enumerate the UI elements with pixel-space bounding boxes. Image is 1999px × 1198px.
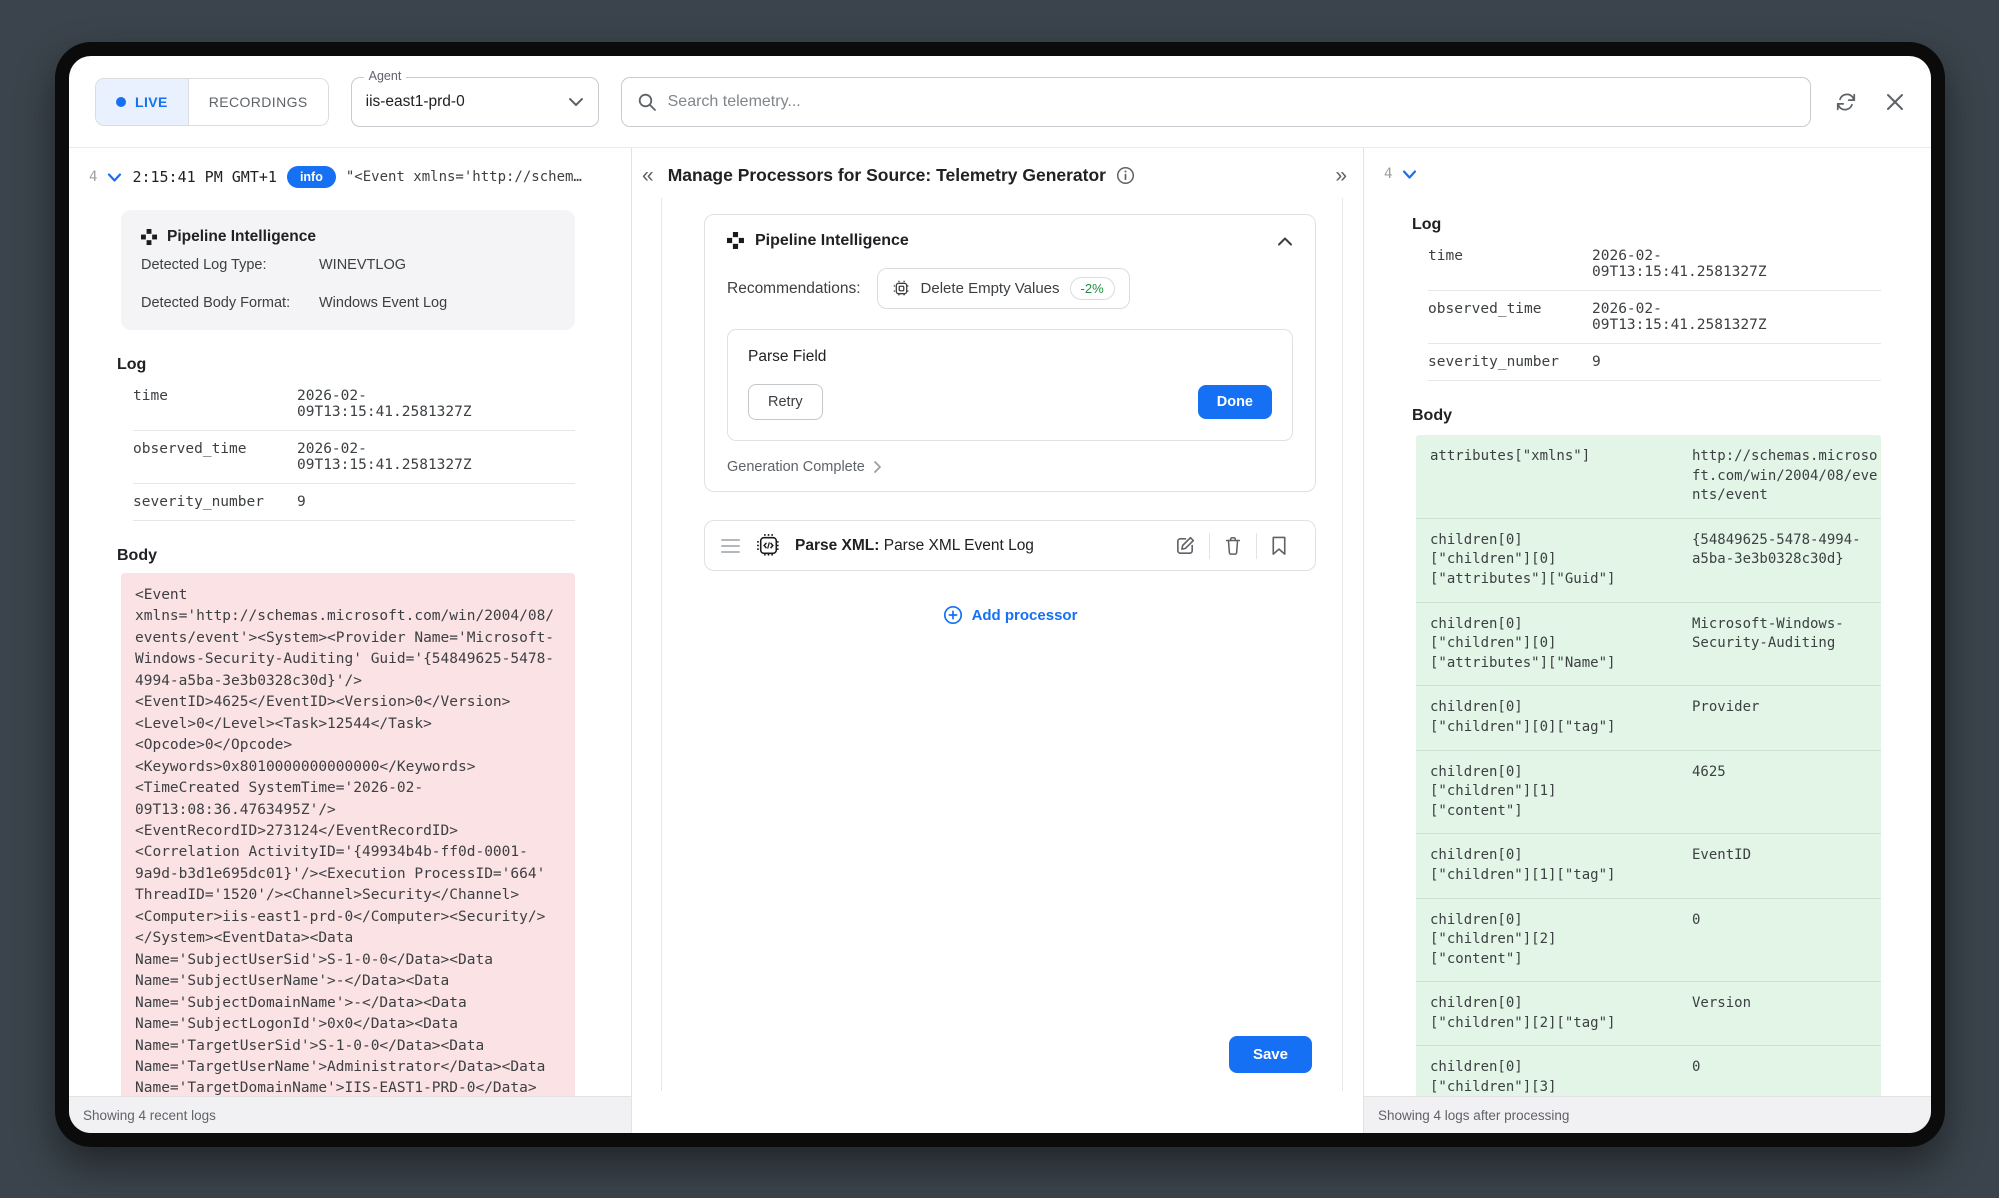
detected-rows: Detected Log Type: WINEVTLOG Detected Bo… (141, 246, 555, 322)
log-kv-row: severity_number 9 (133, 484, 575, 521)
log-entry-header[interactable]: 4 2:15:41 PM GMT+1 info "<Event xmlns='h… (89, 166, 631, 188)
refresh-icon[interactable] (1835, 91, 1857, 113)
detected-row: Detected Log Type: WINEVTLOG (141, 246, 555, 284)
parse-xml-processor-icon (755, 532, 782, 559)
detected-row: Detected Body Format: Windows Event Log (141, 284, 555, 322)
processed-entry-header[interactable]: 4 (1384, 166, 1931, 182)
chevron-down-icon[interactable] (1402, 169, 1417, 180)
desktop-background: LIVE RECORDINGS Agent iis-east1-prd-0 (0, 0, 1999, 1198)
tab-recordings-label: RECORDINGS (209, 94, 308, 110)
severity-badge: info (287, 166, 336, 188)
processors-panel: « Manage Processors for Source: Telemetr… (632, 148, 1363, 1133)
processed-body-row: children[0] ["children"][0] ["attributes… (1416, 603, 1881, 687)
chevron-right-icon (873, 460, 882, 474)
processed-body-table: attributes["xmlns"] http://schemas.micro… (1416, 435, 1881, 1096)
mode-toggle: LIVE RECORDINGS (95, 78, 329, 126)
processed-body-row: children[0] ["children"][2] ["content"] … (1416, 899, 1881, 983)
log-kv-row: severity_number 9 (1428, 344, 1881, 381)
collapse-left-icon[interactable]: « (642, 165, 654, 186)
pipeline-intelligence-icon (141, 229, 158, 246)
log-kv-table: time 2026-02- 09T13:15:41.2581327Z obser… (133, 378, 575, 521)
chevron-down-icon (568, 97, 584, 107)
processor-name-rest: Parse XML Event Log (879, 537, 1034, 554)
log-entry-preview: "<Event xmlns='http://schem… (346, 169, 615, 185)
recommendation-chip[interactable]: Delete Empty Values -2% (877, 268, 1130, 309)
processed-body-row: children[0] ["children"][1]["tag"] Event… (1416, 834, 1881, 898)
left-status-text: Showing 4 recent logs (83, 1108, 216, 1123)
right-status-text: Showing 4 logs after processing (1378, 1108, 1569, 1123)
info-icon[interactable] (1116, 166, 1135, 185)
processed-log-kv-table: time 2026-02- 09T13:15:41.2581327Z obser… (1428, 238, 1881, 381)
generation-complete-label: Generation Complete (727, 459, 865, 475)
agent-select-label: Agent (364, 69, 407, 83)
recommendations-label: Recommendations: (727, 280, 861, 298)
log-section-title: Log (1412, 216, 1881, 234)
pipeline-intelligence-title: Pipeline Intelligence (167, 228, 316, 246)
add-processor-button[interactable]: Add processor (704, 605, 1316, 625)
processor-row[interactable]: Parse XML: Parse XML Event Log (704, 520, 1316, 571)
log-kv-row: observed_time 2026-02- 09T13:15:41.25813… (1428, 291, 1881, 344)
live-dot-icon (116, 97, 126, 107)
pipeline-intelligence-card-title: Pipeline Intelligence (755, 232, 909, 250)
add-processor-label: Add processor (972, 607, 1078, 624)
parse-field-card: Parse Field Retry Done (727, 329, 1293, 441)
processed-body-row: children[0] ["children"][3] ["content"] … (1416, 1046, 1881, 1096)
log-kv-row: time 2026-02- 09T13:15:41.2581327Z (1428, 238, 1881, 291)
done-button[interactable]: Done (1198, 385, 1272, 419)
retry-button[interactable]: Retry (748, 384, 823, 420)
tab-live[interactable]: LIVE (96, 79, 188, 125)
log-entry-timestamp: 2:15:41 PM GMT+1 (132, 168, 277, 186)
search-icon (637, 92, 657, 112)
right-status-bar: Showing 4 logs after processing (1364, 1096, 1931, 1133)
body-section-title: Body (1412, 407, 1881, 425)
log-entry-index: 4 (89, 169, 97, 185)
recommendation-delta-badge: -2% (1070, 277, 1115, 300)
agent-select-value: iis-east1-prd-0 (366, 93, 568, 111)
processors-scroll[interactable]: Pipeline Intelligence Recommendations: (661, 198, 1343, 1091)
log-section-title: Log (117, 356, 575, 374)
log-kv-row: observed_time 2026-02- 09T13:15:41.25813… (133, 431, 575, 484)
pipeline-intelligence-card: Pipeline Intelligence Recommendations: (704, 214, 1316, 492)
processors-panel-title: Manage Processors for Source: Telemetry … (668, 165, 1106, 186)
generation-complete-link[interactable]: Generation Complete (727, 459, 1293, 475)
chevron-up-icon[interactable] (1277, 236, 1293, 247)
body-section-title: Body (117, 547, 575, 565)
processed-body-row: children[0] ["children"][1] ["content"] … (1416, 751, 1881, 835)
recommendation-chip-label: Delete Empty Values (921, 280, 1060, 297)
edit-processor-icon[interactable] (1162, 535, 1209, 556)
pipeline-intelligence-icon (727, 232, 745, 250)
save-button[interactable]: Save (1229, 1036, 1312, 1073)
processed-entry-index: 4 (1384, 166, 1392, 182)
log-kv-row: time 2026-02- 09T13:15:41.2581327Z (133, 378, 575, 431)
processor-name-prefix: Parse XML: (795, 537, 879, 554)
left-status-bar: Showing 4 recent logs (69, 1096, 631, 1133)
search-placeholder: Search telemetry... (668, 93, 801, 111)
tab-live-label: LIVE (135, 94, 168, 110)
processed-body-row: children[0] ["children"][2]["tag"] Versi… (1416, 982, 1881, 1046)
collapse-right-icon[interactable]: » (1335, 165, 1347, 186)
tab-recordings[interactable]: RECORDINGS (188, 79, 328, 125)
live-logs-panel: 4 2:15:41 PM GMT+1 info "<Event xmlns='h… (69, 148, 632, 1133)
topbar: LIVE RECORDINGS Agent iis-east1-prd-0 (69, 56, 1931, 148)
processed-logs-scroll[interactable]: 4 Log time (1364, 148, 1931, 1096)
bookmark-processor-icon[interactable] (1257, 535, 1301, 556)
processed-body-row: children[0] ["children"][0]["tag"] Provi… (1416, 686, 1881, 750)
pipeline-intelligence-summary-card: Pipeline Intelligence Detected Log Type:… (121, 210, 575, 330)
chevron-down-icon[interactable] (107, 172, 122, 183)
parse-field-title: Parse Field (748, 348, 1272, 366)
processor-name: Parse XML: Parse XML Event Log (795, 537, 1149, 555)
log-body-raw: <Event xmlns='http://schemas.microsoft.c… (121, 573, 575, 1096)
processed-body-row: attributes["xmlns"] http://schemas.micro… (1416, 435, 1881, 519)
search-input[interactable]: Search telemetry... (621, 77, 1811, 127)
plus-circle-icon (943, 605, 963, 625)
processor-chip-icon (892, 279, 911, 298)
close-icon[interactable] (1885, 92, 1905, 112)
app-window: LIVE RECORDINGS Agent iis-east1-prd-0 (55, 42, 1945, 1147)
live-logs-scroll[interactable]: 4 2:15:41 PM GMT+1 info "<Event xmlns='h… (69, 148, 631, 1096)
processed-body-row: children[0] ["children"][0] ["attributes… (1416, 519, 1881, 603)
processed-logs-panel: 4 Log time (1363, 148, 1931, 1133)
delete-processor-icon[interactable] (1210, 535, 1256, 556)
agent-select[interactable]: Agent iis-east1-prd-0 (351, 77, 599, 127)
drag-handle-icon[interactable] (719, 535, 742, 557)
